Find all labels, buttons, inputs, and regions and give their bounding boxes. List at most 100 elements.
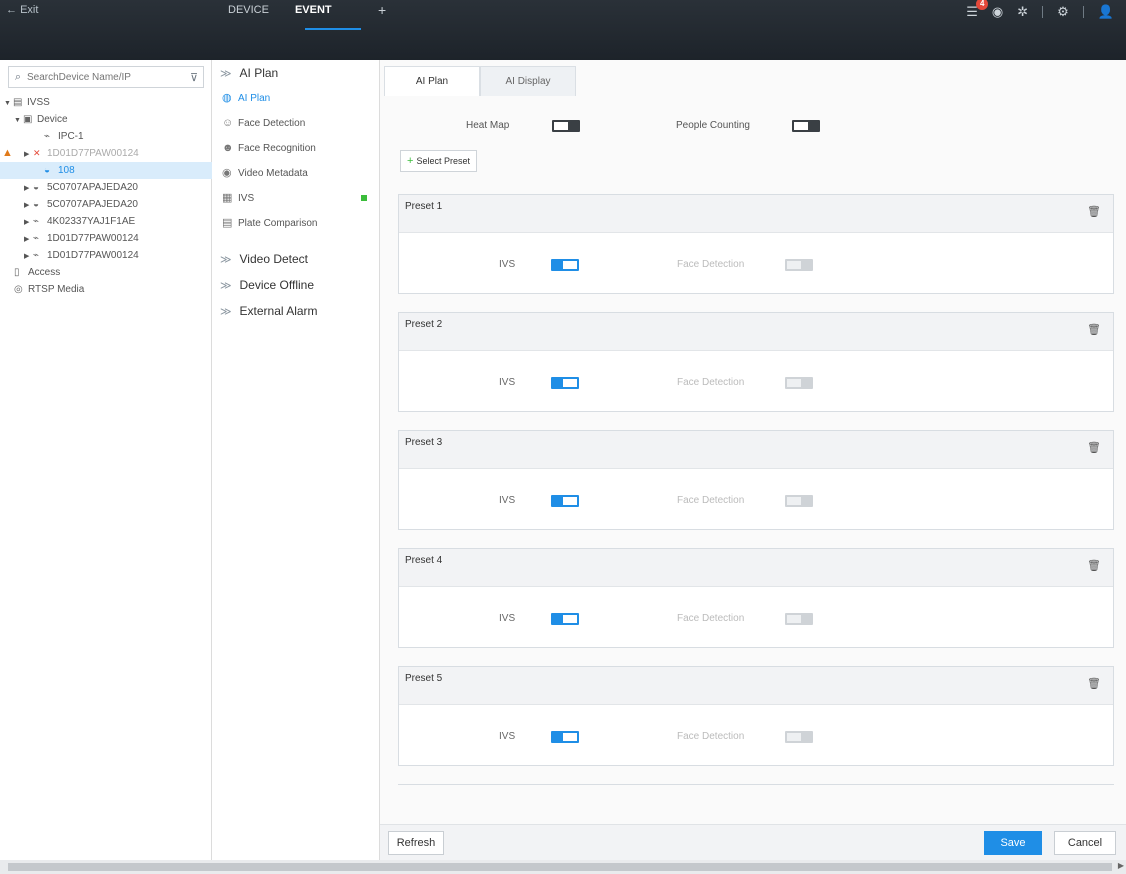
save-button[interactable]: Save — [984, 831, 1042, 855]
ivs-label: IVS — [499, 731, 516, 742]
face-detection-label: Face Detection — [677, 377, 745, 388]
event-group-ai-plan[interactable]: ≫ AI Plan — [212, 60, 379, 86]
trash-icon[interactable]: 🗑 — [1087, 323, 1101, 336]
dome-camera-icon: ◒ — [33, 199, 40, 210]
cancel-button[interactable]: Cancel — [1054, 831, 1116, 855]
scrollbar-thumb[interactable] — [8, 863, 1112, 871]
warning-icon: ▲ — [2, 147, 13, 159]
expand-icon: ▶ — [24, 185, 30, 192]
expand-icon: ▶ — [24, 202, 30, 209]
tree-item[interactable]: ▶ ⌁ 4K02337YAJ1F1AE — [0, 213, 212, 230]
expand-icon: ▼ — [4, 100, 11, 107]
dome-camera-icon: ◒ — [44, 165, 51, 176]
event-type-panel: ≫ AI Plan ◍ AI Plan ☺ Face Detection ☻ Face … — [212, 60, 380, 860]
globe-icon: ◎ — [14, 284, 23, 295]
trash-icon[interactable]: 🗑 — [1087, 441, 1101, 454]
ivs-toggle[interactable] — [551, 259, 579, 271]
tree-item[interactable]: ▶ ◒ 5C0707APAJEDA20 — [0, 179, 212, 196]
ivs-toggle[interactable] — [551, 495, 579, 507]
dome-camera-icon: ◒ — [33, 182, 40, 193]
people-counting-toggle[interactable] — [792, 120, 820, 132]
ivs-toggle[interactable] — [551, 377, 579, 389]
add-tab-button[interactable]: + — [378, 2, 386, 18]
tree-access[interactable]: ▯ Access — [0, 264, 212, 281]
search-input[interactable] — [27, 71, 185, 83]
tree-item[interactable]: ▶ ⌁ 1D01D77PAW00124 — [0, 247, 212, 264]
ivs-toggle[interactable] — [551, 731, 579, 743]
select-preset-button[interactable]: + Select Preset — [400, 150, 477, 172]
event-item-face-detection[interactable]: ☺ Face Detection — [212, 111, 379, 136]
trash-icon[interactable]: 🗑 — [1087, 205, 1101, 218]
face-detection-toggle[interactable] — [785, 613, 813, 625]
preset-card: Preset 2 🗑 IVS Face Detection — [398, 312, 1114, 412]
global-toggles: Heat Map People Counting — [380, 116, 1126, 138]
ivs-toggle[interactable] — [551, 613, 579, 625]
device-tree-panel: ⌕ ⊽ ▼▤IVSS ▼▣Device ⌁IPC-1 ▲ ▶✕1D01D77PA… — [0, 60, 212, 860]
preset-card: Preset 4 🗑 IVS Face Detection — [398, 548, 1114, 648]
user-icon[interactable]: 👤 — [1098, 4, 1114, 20]
active-tab-indicator — [305, 28, 361, 30]
notification-badge: 4 — [976, 0, 989, 10]
refresh-button[interactable]: Refresh — [388, 831, 444, 855]
event-item-ivs[interactable]: ▦ IVS — [212, 186, 379, 211]
event-item-video-metadata[interactable]: ◉ Video Metadata — [212, 161, 379, 186]
event-group-external-alarm[interactable]: ≫ External Alarm — [212, 298, 379, 324]
face-detection-label: Face Detection — [677, 495, 745, 506]
tree-item[interactable]: ▶ ◒ 5C0707APAJEDA20 — [0, 196, 212, 213]
top-icons: ☰ 4 ◉ ✲ ⚙ 👤 — [966, 0, 1114, 20]
tab-event[interactable]: EVENT — [295, 4, 332, 16]
tree-item[interactable]: ▶ ⌁ 1D01D77PAW00124 — [0, 230, 212, 247]
ivs-label: IVS — [499, 259, 516, 270]
event-item-plate-comparison[interactable]: ▤ Plate Comparison — [212, 211, 379, 236]
face-detection-toggle[interactable] — [785, 377, 813, 389]
tree-item[interactable]: ⌁ IPC-1 — [0, 128, 212, 145]
face-detection-toggle[interactable] — [785, 495, 813, 507]
expand-icon: ≫ — [220, 254, 232, 266]
preset-name: Preset 4 — [405, 555, 443, 566]
event-item-ai-plan[interactable]: ◍ AI Plan — [212, 86, 379, 111]
event-item-face-recognition[interactable]: ☻ Face Recognition — [212, 136, 379, 161]
tab-ai-display[interactable]: AI Display — [480, 66, 576, 96]
tree-rtsp[interactable]: ◎ RTSP Media — [0, 281, 212, 298]
tab-device[interactable]: DEVICE — [228, 4, 269, 16]
tree-root[interactable]: ▼ ▤ IVSS — [0, 94, 212, 111]
trash-icon[interactable]: 🗑 — [1087, 677, 1101, 690]
scroll-right-icon[interactable]: ▶ — [1118, 861, 1124, 870]
filter-icon[interactable]: ⊽ — [185, 71, 203, 84]
tree-item-selected[interactable]: ◒ 108 — [0, 162, 212, 179]
face-detection-label: Face Detection — [677, 731, 745, 742]
preset-card: Preset 5 🗑 IVS Face Detection — [398, 666, 1114, 766]
people-counting-label: People Counting — [676, 120, 750, 131]
preset-name: Preset 1 — [405, 201, 443, 212]
tree-device-group[interactable]: ▼ ▣ Device — [0, 111, 212, 128]
event-group-device-offline[interactable]: ≫ Device Offline — [212, 272, 379, 298]
face-detection-toggle[interactable] — [785, 259, 813, 271]
trash-icon[interactable]: 🗑 — [1087, 559, 1101, 572]
status-indicator — [361, 195, 367, 201]
expand-icon: ▶ — [24, 219, 30, 226]
preset-name: Preset 2 — [405, 319, 443, 330]
face-detection-toggle[interactable] — [785, 731, 813, 743]
horizontal-scrollbar[interactable]: ▶ — [0, 860, 1126, 874]
preset-header: Preset 3 🗑 — [399, 431, 1113, 469]
collapse-icon: ≫ — [220, 68, 232, 80]
ivs-label: IVS — [499, 495, 516, 506]
heat-map-toggle[interactable] — [552, 120, 580, 132]
search-icon: ⌕ — [14, 70, 22, 83]
device-tree: ▼ ▤ IVSS ▼ ▣ Device ⌁ IPC-1 ▲ ▶ ✕ 1D01D77PAW001… — [0, 94, 212, 298]
exit-button[interactable]: ← Exit — [6, 4, 38, 16]
event-group-video-detect[interactable]: ≫ Video Detect — [212, 246, 379, 272]
network-icon[interactable]: ✲ — [1017, 4, 1028, 20]
alarm-sound-icon[interactable]: ◉ — [992, 4, 1003, 20]
tab-ai-plan[interactable]: AI Plan — [384, 66, 480, 96]
tree-item[interactable]: ▲ ▶ ✕ 1D01D77PAW00124 — [0, 145, 212, 162]
settings-gear-icon[interactable]: ⚙ — [1057, 4, 1069, 20]
device-group-icon: ▣ — [23, 114, 33, 125]
expand-icon: ▼ — [14, 117, 21, 124]
camera-icon: ⌁ — [33, 233, 40, 244]
preset-header: Preset 4 🗑 — [399, 549, 1113, 587]
face-detection-label: Face Detection — [677, 259, 745, 270]
expand-icon: ≫ — [220, 280, 232, 292]
alarm-list-icon[interactable]: ☰ 4 — [966, 0, 989, 20]
divider — [1042, 6, 1044, 18]
